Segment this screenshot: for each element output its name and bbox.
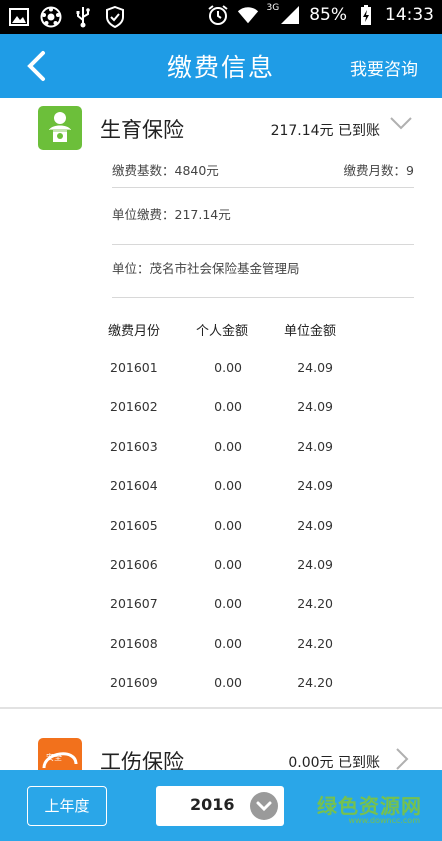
battery-charging-icon: [355, 4, 377, 26]
cell-personal: 0.00: [214, 399, 242, 415]
year-select[interactable]: 2016: [156, 786, 284, 826]
cell-personal: 0.00: [214, 478, 242, 494]
section-amount-status: 217.14元 已到账: [270, 123, 380, 139]
battery-percent: 85%: [309, 5, 347, 25]
soccer-ball-icon: [40, 6, 62, 28]
safety-icon-text: 安全: [46, 752, 62, 762]
cell-month: 201608: [110, 635, 158, 651]
previous-year-button[interactable]: 上年度: [27, 786, 107, 826]
cell-month: 201605: [110, 517, 158, 533]
cell-personal: 0.00: [214, 635, 242, 651]
table-header-unit: 单位金额: [284, 324, 337, 339]
year-value: 2016: [190, 795, 235, 814]
cell-unit: 24.20: [297, 635, 333, 651]
cell-month: 201601: [110, 360, 158, 375]
cell-month: 201609: [110, 675, 158, 691]
cell-month: 201606: [110, 556, 158, 572]
section-divider: [0, 707, 442, 709]
watermark-text: 绿色资源网: [317, 794, 422, 818]
section-name: 生育保险: [100, 118, 184, 142]
chevron-down-icon: [250, 792, 278, 820]
info-row-unit: 单位：茂名市社会保险基金管理局: [112, 246, 414, 298]
chevron-right-icon[interactable]: [388, 746, 414, 770]
payment-base: 缴费基数：4840元: [112, 163, 219, 178]
cell-personal: 0.00: [214, 360, 242, 375]
signal-icon: [279, 4, 301, 26]
table-row: 201608 0.00 24.20: [0, 636, 442, 675]
payment-content[interactable]: 生育保险 217.14元 已到账 缴费基数：4840元 缴费月数：9 单位缴费：…: [0, 98, 442, 770]
section-header-injury[interactable]: 安全 工伤保险 0.00元 已到账: [0, 738, 442, 770]
table-row: 201605 0.00 24.09: [0, 518, 442, 557]
cell-unit: 24.09: [297, 478, 333, 494]
payment-table: 201601 0.00 24.09 201602 0.00 24.09 201603 0.…: [0, 360, 442, 715]
cell-personal: 0.00: [214, 556, 242, 572]
cell-unit: 24.09: [297, 438, 333, 454]
clock: 14:33: [385, 5, 434, 25]
cell-unit: 24.20: [297, 596, 333, 612]
section-name: 工伤保险: [100, 750, 184, 770]
unit-name: 单位：茂名市社会保险基金管理局: [112, 261, 300, 276]
table-row: 201603 0.00 24.09: [0, 439, 442, 478]
consult-button[interactable]: 我要咨询: [350, 55, 418, 80]
cell-unit: 24.09: [297, 556, 333, 572]
table-row: 201607 0.00 24.20: [0, 596, 442, 635]
baby-icon: [38, 106, 82, 150]
info-row-unit-payment: 单位缴费：217.14元: [112, 191, 414, 245]
cell-personal: 0.00: [214, 596, 242, 612]
alarm-icon: [207, 4, 229, 26]
watermark-url: www.downcc.com: [348, 816, 420, 825]
table-header-personal: 个人金额: [196, 324, 249, 339]
cell-month: 201607: [110, 596, 158, 612]
usb-icon: [72, 6, 94, 28]
table-row: 201602 0.00 24.09: [0, 399, 442, 438]
table-row: 201606 0.00 24.09: [0, 557, 442, 596]
cell-unit: 24.09: [297, 517, 333, 533]
shield-check-icon: [104, 6, 126, 28]
cell-unit: 24.09: [297, 399, 333, 415]
cell-month: 201602: [110, 399, 158, 415]
bottom-bar: 上年度 2016 绿色资源网 www.downcc.com: [0, 770, 442, 841]
cell-unit: 24.09: [297, 360, 333, 375]
chevron-down-icon[interactable]: [388, 110, 414, 136]
status-left-icons: [8, 6, 126, 28]
section-amount-status: 0.00元 已到账: [288, 755, 380, 770]
cell-personal: 0.00: [214, 438, 242, 454]
cell-personal: 0.00: [214, 517, 242, 533]
cell-month: 201603: [110, 438, 158, 454]
network-type: 3G: [266, 3, 280, 13]
payment-months: 缴费月数：9: [343, 163, 414, 178]
wifi-icon: [237, 4, 259, 26]
title-bar: 缴费信息 我要咨询: [0, 34, 442, 98]
gallery-icon: [8, 6, 30, 28]
cell-unit: 24.20: [297, 675, 333, 691]
status-bar: 3G 85% 14:33: [0, 0, 442, 34]
safety-badge-icon: 安全: [38, 738, 82, 770]
status-right-icons: 3G 85% 14:33: [207, 3, 434, 26]
table-row: 201604 0.00 24.09: [0, 478, 442, 517]
cell-month: 201604: [110, 478, 158, 494]
cell-personal: 0.00: [214, 675, 242, 691]
unit-payment: 单位缴费：217.14元: [112, 207, 231, 222]
table-header-month: 缴费月份: [108, 324, 161, 339]
info-row-base: 缴费基数：4840元 缴费月数：9: [112, 148, 414, 188]
table-row: 201601 0.00 24.09: [0, 360, 442, 399]
